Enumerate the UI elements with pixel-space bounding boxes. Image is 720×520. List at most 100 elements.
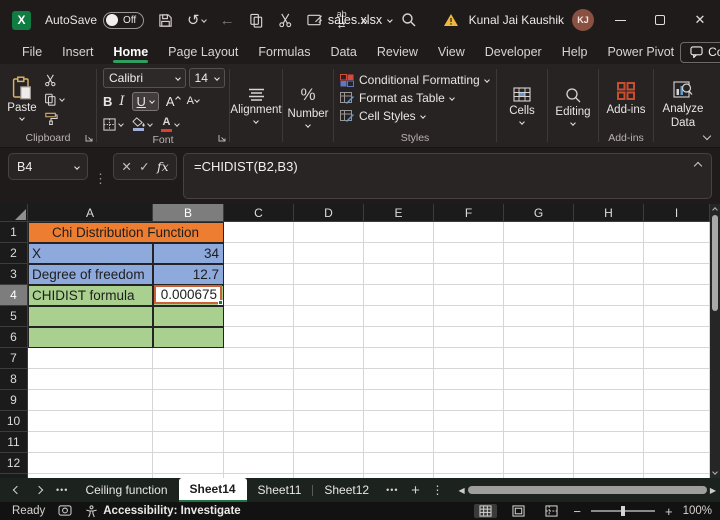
cell-C7[interactable] [224,348,294,369]
sheet-tab-sheet11[interactable]: Sheet11 [247,478,313,502]
cell-H5[interactable] [574,306,644,327]
row-header-2[interactable]: 2 [0,243,28,264]
cell-C9[interactable] [224,390,294,411]
font-dialog-launcher-icon[interactable] [218,131,226,145]
prev-sheet-icon[interactable] [6,478,28,502]
insert-function-icon[interactable]: fx [157,159,169,174]
cell-G3[interactable] [504,264,574,285]
cell-G12[interactable] [504,453,574,474]
paste-button[interactable]: Paste [0,64,44,132]
cell-D12[interactable] [294,453,364,474]
document-title[interactable]: sales.xlsx [328,13,393,27]
cell-G7[interactable] [504,348,574,369]
scroll-down-icon[interactable] [712,466,718,478]
cell-A13[interactable] [28,474,153,478]
cell-I1[interactable] [644,222,710,243]
cell-D4[interactable] [294,285,364,306]
cell-B2[interactable]: 34 [153,243,224,264]
column-header-H[interactable]: H [574,204,644,222]
cell-B8[interactable] [153,369,224,390]
cell-E7[interactable] [364,348,434,369]
cell-G4[interactable] [504,285,574,306]
cell-C8[interactable] [224,369,294,390]
row-header-8[interactable]: 8 [0,369,28,390]
cell-I9[interactable] [644,390,710,411]
cell-G1[interactable] [504,222,574,243]
next-sheet-icon[interactable] [28,478,50,502]
normal-view-button[interactable] [474,504,498,518]
cell-C11[interactable] [224,432,294,453]
email-icon[interactable] [307,13,323,27]
cell-F13[interactable] [434,474,504,478]
cell-A8[interactable] [28,369,153,390]
underline-button[interactable]: U [131,91,159,111]
cell-C13[interactable] [224,474,294,478]
cancel-icon[interactable]: ✕ [121,159,131,174]
cell-A10[interactable] [28,411,153,432]
cell-H1[interactable] [574,222,644,243]
cell-A2[interactable]: X [28,243,153,264]
row-header-12[interactable]: 12 [0,453,28,474]
row-header-6[interactable]: 6 [0,327,28,348]
zoom-out-button[interactable]: − [573,504,581,519]
cut-button[interactable] [44,74,64,87]
cell-C2[interactable] [224,243,294,264]
more-sheets-left-icon[interactable]: ••• [50,485,74,495]
sheet-tab-ceiling-function[interactable]: Ceiling function [74,478,178,502]
cell-E10[interactable] [364,411,434,432]
cell-D13[interactable] [294,474,364,478]
zoom-level[interactable]: 100% [683,505,712,517]
formula-input[interactable]: =CHIDIST(B2,B3) [183,153,712,199]
cell-B12[interactable] [153,453,224,474]
increase-font-button[interactable]: A [166,94,181,109]
borders-button[interactable] [103,117,124,131]
cell-D7[interactable] [294,348,364,369]
vertical-scroll-thumb[interactable] [712,215,718,311]
cell-F10[interactable] [434,411,504,432]
tab-developer[interactable]: Developer [479,40,548,64]
font-size-select[interactable]: 14 [188,68,225,88]
zoom-slider-thumb[interactable] [620,506,625,516]
horizontal-scroll-thumb[interactable] [467,486,707,494]
cell-B13[interactable] [153,474,224,478]
excel-logo-icon[interactable]: X [12,10,31,30]
cell-H2[interactable] [574,243,644,264]
cell-C12[interactable] [224,453,294,474]
cell-B3[interactable]: 12.7 [153,264,224,285]
cell-F11[interactable] [434,432,504,453]
cell-I2[interactable] [644,243,710,264]
cell-D2[interactable] [294,243,364,264]
cut-icon[interactable] [278,13,293,28]
cell-B7[interactable] [153,348,224,369]
clipboard-dialog-launcher-icon[interactable] [85,131,93,145]
enter-icon[interactable]: ✓ [139,159,149,174]
cell-A1[interactable]: Chi Distribution Function [28,222,224,243]
zoom-slider[interactable] [590,506,655,516]
cell-E9[interactable] [364,390,434,411]
macro-record-icon[interactable] [58,504,72,519]
italic-button[interactable]: I [119,94,124,109]
cell-G2[interactable] [504,243,574,264]
cell-B10[interactable] [153,411,224,432]
conditional-formatting-button[interactable]: Conditional Formatting [340,73,496,87]
column-header-A[interactable]: A [28,204,153,222]
autosave-toggle[interactable]: AutoSave Off [45,11,145,29]
cell-A6[interactable] [28,327,153,348]
row-header-1[interactable]: 1 [0,222,28,243]
sheet-tab-sheet12[interactable]: Sheet12 [313,478,380,502]
horizontal-scrollbar[interactable]: ◀ ▶ [449,478,720,502]
cell-C1[interactable] [224,222,294,243]
decrease-font-button[interactable]: A [187,95,200,107]
cell-I3[interactable] [644,264,710,285]
cell-D9[interactable] [294,390,364,411]
collapse-formula-bar-icon[interactable] [693,161,703,171]
cell-I7[interactable] [644,348,710,369]
zoom-in-button[interactable]: + [665,504,673,519]
cell-H3[interactable] [574,264,644,285]
name-box[interactable]: B4 [8,153,88,180]
cell-D1[interactable] [294,222,364,243]
cell-G10[interactable] [504,411,574,432]
warning-icon[interactable] [443,13,459,27]
cell-E2[interactable] [364,243,434,264]
bold-button[interactable]: B [103,94,112,109]
